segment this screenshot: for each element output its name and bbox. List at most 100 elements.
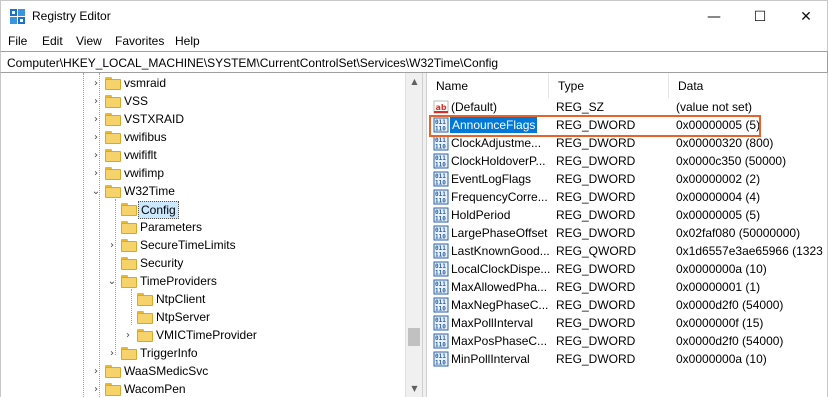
tree-vertical-scrollbar[interactable]: ▲ ▼ xyxy=(405,73,422,397)
tree-node-label[interactable]: Security xyxy=(138,255,185,271)
value-data: 0x0000d2f0 (54000) xyxy=(676,334,784,348)
tree-node-label[interactable]: vwifibus xyxy=(122,129,169,145)
value-name[interactable]: ClockHoldoverP... xyxy=(451,153,550,169)
tree-node[interactable]: NtpServer xyxy=(1,308,406,326)
value-row[interactable]: 011 110 MaxNegPhaseC... REG_DWORD 0x0000d2f0… xyxy=(427,296,827,314)
value-name[interactable]: MaxPollInterval xyxy=(451,315,550,331)
column-header-name[interactable]: Name xyxy=(427,73,549,98)
value-name[interactable]: LastKnownGood... xyxy=(451,243,550,259)
tree-node-label[interactable]: VMICTimeProvider xyxy=(154,327,259,343)
tree-node-label[interactable]: NtpServer xyxy=(154,309,212,325)
tree-node[interactable]: › TriggerInfo xyxy=(1,344,406,362)
close-button[interactable]: ✕ xyxy=(783,1,828,32)
value-type: REG_DWORD xyxy=(556,316,636,330)
scroll-down-arrow-icon[interactable]: ▼ xyxy=(406,380,423,397)
value-data: 0x00000001 (1) xyxy=(676,280,761,294)
binary-value-icon: 011110 xyxy=(433,171,449,187)
value-name[interactable]: MaxPosPhaseC... xyxy=(451,333,550,349)
tree-node[interactable]: NtpClient xyxy=(1,290,406,308)
tree-node-label[interactable]: NtpClient xyxy=(154,291,207,307)
tree-node[interactable]: › VSTXRAID xyxy=(1,110,406,128)
tree-node[interactable]: › vwifibus xyxy=(1,128,406,146)
expand-chevron-icon[interactable]: › xyxy=(91,366,101,377)
expand-chevron-icon[interactable]: › xyxy=(91,168,101,179)
expand-chevron-icon[interactable]: › xyxy=(107,240,117,251)
value-name[interactable]: MinPollInterval xyxy=(451,351,550,367)
value-row[interactable]: 011 110 MaxPollInterval REG_DWORD 0x0000000f… xyxy=(427,314,827,332)
tree-node[interactable]: › SecureTimeLimits xyxy=(1,236,406,254)
tree-node-label[interactable]: vsmraid xyxy=(122,75,168,91)
value-row[interactable]: 011 110 ClockHoldoverP... REG_DWORD 0x0000c3… xyxy=(427,152,827,170)
scroll-thumb[interactable] xyxy=(408,328,420,346)
value-name[interactable]: LargePhaseOffset xyxy=(451,225,550,241)
value-name[interactable]: FrequencyCorre... xyxy=(451,189,550,205)
menu-view[interactable]: View xyxy=(76,34,102,48)
value-row[interactable]: 011 110 MaxAllowedPha... REG_DWORD 0x0000000… xyxy=(427,278,827,296)
tree-node[interactable]: › vwififlt xyxy=(1,146,406,164)
value-data: 0x0000000a (10) xyxy=(676,352,767,366)
tree-node-label[interactable]: VSTXRAID xyxy=(122,111,186,127)
value-name[interactable]: MaxNegPhaseC... xyxy=(451,297,550,313)
tree-node-label[interactable]: WacomPen xyxy=(122,381,188,397)
value-name[interactable]: LocalClockDispe... xyxy=(451,261,550,277)
expand-chevron-icon[interactable]: › xyxy=(91,78,101,89)
tree-node-label[interactable]: vwififlt xyxy=(122,147,159,163)
tree-node[interactable]: › VSS xyxy=(1,92,406,110)
value-name[interactable]: EventLogFlags xyxy=(451,171,550,187)
tree-node-label[interactable]: TriggerInfo xyxy=(138,345,200,361)
expand-chevron-icon[interactable]: › xyxy=(91,96,101,107)
expand-chevron-icon[interactable]: › xyxy=(91,132,101,143)
tree-node[interactable]: ⌄ TimeProviders xyxy=(1,272,406,290)
menu-edit[interactable]: Edit xyxy=(42,34,63,48)
value-row[interactable]: ab (Default) REG_SZ (value not set) xyxy=(427,98,827,116)
address-bar[interactable]: Computer\HKEY_LOCAL_MACHINE\SYSTEM\Curre… xyxy=(0,51,828,73)
value-row[interactable]: 011 110 FrequencyCorre... REG_DWORD 0x000000… xyxy=(427,188,827,206)
value-row[interactable]: 011 110 LocalClockDispe... REG_DWORD 0x00000… xyxy=(427,260,827,278)
value-name[interactable]: ClockAdjustme... xyxy=(451,135,550,151)
tree-node-label[interactable]: vwifimp xyxy=(122,165,166,181)
tree-node[interactable]: ⌄ W32Time xyxy=(1,182,406,200)
menu-file[interactable]: File xyxy=(8,34,27,48)
scroll-up-arrow-icon[interactable]: ▲ xyxy=(406,73,423,90)
expand-chevron-icon[interactable]: › xyxy=(91,114,101,125)
tree-node-label[interactable]: VSS xyxy=(122,93,150,109)
value-row[interactable]: 011 110 MinPollInterval REG_DWORD 0x0000000a… xyxy=(427,350,827,368)
tree-node-label[interactable]: Parameters xyxy=(138,219,204,235)
collapse-chevron-icon[interactable]: ⌄ xyxy=(107,276,117,287)
tree-node-label[interactable]: W32Time xyxy=(122,183,177,199)
maximize-button[interactable]: ☐ xyxy=(737,1,783,32)
menu-help[interactable]: Help xyxy=(175,34,200,48)
tree-node[interactable]: › vwifimp xyxy=(1,164,406,182)
minimize-button[interactable]: — xyxy=(691,1,737,32)
tree-node[interactable]: › VMICTimeProvider xyxy=(1,326,406,344)
menu-favorites[interactable]: Favorites xyxy=(115,34,164,48)
expand-chevron-icon[interactable]: › xyxy=(91,150,101,161)
tree-node[interactable]: › WacomPen xyxy=(1,380,406,397)
value-name[interactable]: (Default) xyxy=(451,99,550,115)
value-name[interactable]: HoldPeriod xyxy=(451,207,550,223)
expand-chevron-icon[interactable]: › xyxy=(107,348,117,359)
tree-node[interactable]: Config xyxy=(1,200,406,219)
value-row[interactable]: 011 110 LargePhaseOffset REG_DWORD 0x02faf08… xyxy=(427,224,827,242)
tree-node[interactable]: Parameters xyxy=(1,218,406,236)
tree-node-label[interactable]: SecureTimeLimits xyxy=(138,237,238,253)
value-row[interactable]: 011 110 MaxPosPhaseC... REG_DWORD 0x0000d2f0… xyxy=(427,332,827,350)
expand-chevron-icon[interactable]: › xyxy=(91,384,101,395)
address-path[interactable]: Computer\HKEY_LOCAL_MACHINE\SYSTEM\Curre… xyxy=(7,56,498,70)
tree-node[interactable]: › WaaSMedicSvc xyxy=(1,362,406,380)
expand-chevron-icon[interactable]: › xyxy=(123,330,133,341)
tree-node-label[interactable]: Config xyxy=(138,201,179,219)
tree-node[interactable]: Security xyxy=(1,254,406,272)
tree-node-label[interactable]: TimeProviders xyxy=(138,273,219,289)
tree-node-label[interactable]: WaaSMedicSvc xyxy=(122,363,210,379)
value-row[interactable]: 011 110 EventLogFlags REG_DWORD 0x00000002 (… xyxy=(427,170,827,188)
collapse-chevron-icon[interactable]: ⌄ xyxy=(91,186,101,197)
key-tree-pane[interactable]: › vsmraid › VSS › VSTXRAID › vwifibus › vwififlt ›… xyxy=(0,73,422,397)
value-name[interactable]: MaxAllowedPha... xyxy=(451,279,550,295)
value-row[interactable]: 011 110 LastKnownGood... REG_QWORD 0x1d6557e… xyxy=(427,242,827,260)
folder-icon xyxy=(137,311,153,324)
column-header-data[interactable]: Data xyxy=(669,73,827,98)
tree-node[interactable]: › vsmraid xyxy=(1,74,406,92)
column-header-type[interactable]: Type xyxy=(549,73,669,98)
value-row[interactable]: 011 110 HoldPeriod REG_DWORD 0x00000005 (5) xyxy=(427,206,827,224)
